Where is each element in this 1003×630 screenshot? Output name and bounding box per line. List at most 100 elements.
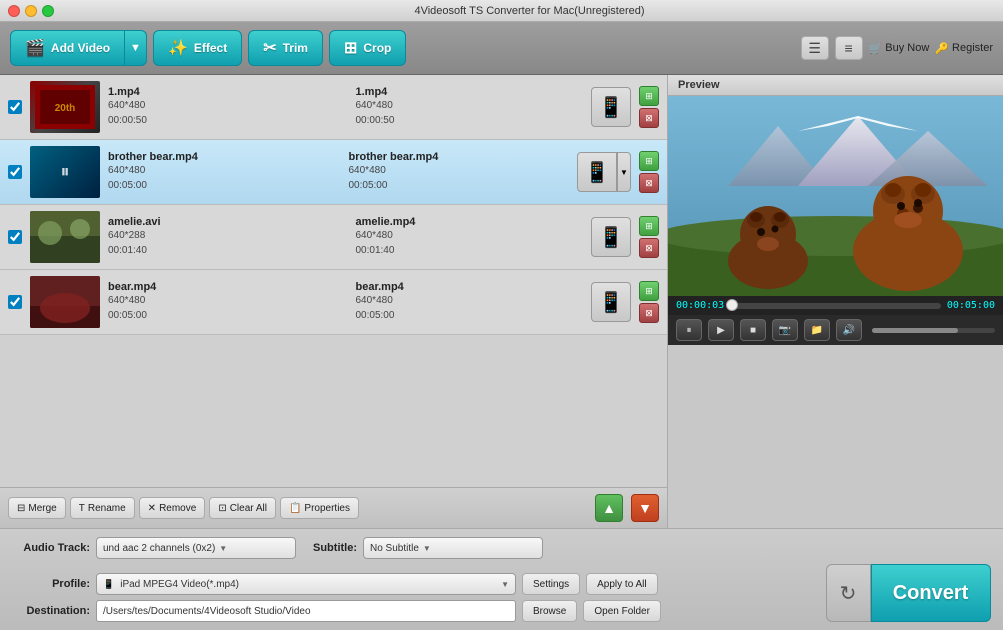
- minimize-button[interactable]: [25, 5, 37, 17]
- merge-button[interactable]: ⊟ Merge: [8, 497, 66, 519]
- preview-header: Preview: [668, 75, 1003, 96]
- trim-button[interactable]: ✂ Trim: [248, 30, 323, 66]
- effect-button[interactable]: ✨ Effect: [153, 30, 242, 66]
- file-actions-2: ⊞ ⊠: [639, 216, 659, 258]
- file-item-2[interactable]: amelie.avi 640*28800:01:40 amelie.mp4 64…: [0, 205, 667, 270]
- remove-button[interactable]: ✕ Remove: [139, 497, 206, 519]
- file-thumb-2: [30, 211, 100, 263]
- folder-button[interactable]: 📁: [804, 319, 830, 341]
- device-icon-2[interactable]: 📱: [591, 217, 631, 257]
- buy-now-button[interactable]: 🛒 Buy Now: [869, 42, 930, 55]
- close-button[interactable]: [8, 5, 20, 17]
- properties-button[interactable]: 📋 Properties: [280, 497, 359, 519]
- action-bar: ⊟ Merge T Rename ✕ Remove ⊡ Clear All 📋: [0, 487, 667, 528]
- file-checkbox-0[interactable]: [8, 100, 22, 114]
- trim-icon: ✂: [263, 38, 276, 58]
- file-actions-1: ⊞ ⊠: [639, 151, 659, 193]
- move-up-button[interactable]: ▲: [595, 494, 623, 522]
- merge-icon: ⊟: [17, 503, 25, 514]
- profile-row: Profile: 📱 iPad MPEG4 Video(*.mp4) ▼ Set…: [10, 573, 823, 595]
- rename-button[interactable]: T Rename: [70, 497, 135, 519]
- add-video-dropdown[interactable]: ▼: [125, 30, 147, 66]
- file-checkbox-1[interactable]: [8, 165, 22, 179]
- device-icon-3[interactable]: 📱: [591, 282, 631, 322]
- file-checkbox-3[interactable]: [8, 295, 22, 309]
- file-action-up-2[interactable]: ⊞: [639, 216, 659, 236]
- pause-button[interactable]: ⏸: [676, 319, 702, 341]
- properties-icon: 📋: [289, 503, 301, 514]
- crop-button[interactable]: ⊞ Crop: [329, 30, 406, 66]
- preview-progress-bar[interactable]: [730, 303, 941, 309]
- refresh-button[interactable]: ↻: [826, 564, 871, 622]
- file-item-1[interactable]: ⏸ brother bear.mp4 640*48000:05:00 broth…: [0, 140, 667, 205]
- file-checkbox-2[interactable]: [8, 230, 22, 244]
- playing-icon: ⏸: [61, 162, 70, 183]
- window-title: 4Videosoft TS Converter for Mac(Unregist…: [64, 5, 995, 17]
- maximize-button[interactable]: [42, 5, 54, 17]
- destination-input[interactable]: [96, 600, 516, 622]
- open-folder-button[interactable]: Open Folder: [583, 600, 661, 622]
- destination-row: Destination: Browse Open Folder: [10, 600, 823, 622]
- file-out-name-0: 1.mp4: [356, 86, 584, 98]
- device-group-1: 📱 ▼: [577, 152, 631, 192]
- add-video-button[interactable]: 🎬 Add Video: [10, 30, 125, 66]
- file-item-0[interactable]: 20th 1.mp4 640*48000:00:50 1.mp4 640*480…: [0, 75, 667, 140]
- snapshot-button[interactable]: 📷: [772, 319, 798, 341]
- settings-button[interactable]: Settings: [522, 573, 580, 595]
- file-action-down-1[interactable]: ⊠: [639, 173, 659, 193]
- file-thumb-3: [30, 276, 100, 328]
- content-area: 20th 1.mp4 640*48000:00:50 1.mp4 640*480…: [0, 75, 1003, 528]
- subtitle-label: Subtitle:: [302, 542, 357, 554]
- file-action-up-1[interactable]: ⊞: [639, 151, 659, 171]
- register-icon: 🔑: [935, 42, 949, 55]
- file-out-info-2: amelie.mp4 640*48000:01:40: [356, 216, 584, 258]
- list-view-button[interactable]: ☰: [801, 36, 829, 60]
- register-button[interactable]: 🔑 Register: [935, 42, 993, 55]
- add-video-group: 🎬 Add Video ▼: [10, 30, 147, 66]
- device-icon-0[interactable]: 📱: [591, 87, 631, 127]
- file-info-group-0: 1.mp4 640*48000:00:50 1.mp4 640*48000:00…: [108, 86, 583, 128]
- device-dropdown-1[interactable]: ▼: [617, 152, 631, 192]
- volume-bar[interactable]: [872, 328, 995, 333]
- volume-button[interactable]: 🔊: [836, 319, 862, 341]
- file-src-info-0: 1.mp4 640*48000:00:50: [108, 86, 336, 128]
- file-out-info-1: brother bear.mp4 640*48000:05:00: [349, 151, 570, 193]
- preview-video: [668, 96, 1003, 296]
- toolbar: 🎬 Add Video ▼ ✨ Effect ✂ Trim ⊞ Crop ☰ ≡…: [0, 22, 1003, 75]
- file-meta-3: 640*48000:05:00: [108, 293, 336, 323]
- file-action-down-2[interactable]: ⊠: [639, 238, 659, 258]
- clear-all-button[interactable]: ⊡ Clear All: [209, 497, 276, 519]
- file-item-3[interactable]: bear.mp4 640*48000:05:00 bear.mp4 640*48…: [0, 270, 667, 335]
- move-down-button[interactable]: ▼: [631, 494, 659, 522]
- file-action-up-0[interactable]: ⊞: [639, 86, 659, 106]
- stop-button[interactable]: ■: [740, 319, 766, 341]
- profile-select[interactable]: 📱 iPad MPEG4 Video(*.mp4) ▼: [96, 573, 516, 595]
- file-name-3: bear.mp4: [108, 281, 336, 293]
- file-action-down-0[interactable]: ⊠: [639, 108, 659, 128]
- remove-icon: ✕: [148, 503, 156, 514]
- play-button[interactable]: ▶: [708, 319, 734, 341]
- file-action-down-3[interactable]: ⊠: [639, 303, 659, 323]
- bottom-left: Profile: 📱 iPad MPEG4 Video(*.mp4) ▼ Set…: [10, 573, 823, 622]
- subtitle-select[interactable]: No Subtitle ▼: [363, 537, 543, 559]
- audio-track-label: Audio Track:: [10, 542, 90, 554]
- file-out-meta-1: 640*48000:05:00: [349, 163, 570, 193]
- buy-icon: 🛒: [869, 42, 883, 55]
- file-action-up-3[interactable]: ⊞: [639, 281, 659, 301]
- profile-device-icon: 📱: [103, 579, 114, 590]
- playback-controls: ⏸ ▶ ■ 📷 📁 🔊: [668, 315, 1003, 345]
- apply-to-all-button[interactable]: Apply to All: [586, 573, 657, 595]
- device-icon-1[interactable]: 📱: [577, 152, 617, 192]
- file-name-0: 1.mp4: [108, 86, 336, 98]
- add-video-icon: 🎬: [25, 38, 45, 58]
- file-name-1: brother bear.mp4: [108, 151, 329, 163]
- browse-button[interactable]: Browse: [522, 600, 577, 622]
- preview-current-time: 00:00:03: [676, 300, 724, 311]
- detail-view-button[interactable]: ≡: [835, 36, 863, 60]
- file-info-group-1: brother bear.mp4 640*48000:05:00 brother…: [108, 151, 569, 193]
- audio-track-row: Audio Track: und aac 2 channels (0x2) ▼ …: [10, 537, 993, 559]
- convert-button[interactable]: Convert: [871, 564, 991, 622]
- file-out-meta-3: 640*48000:05:00: [356, 293, 584, 323]
- audio-track-select[interactable]: und aac 2 channels (0x2) ▼: [96, 537, 296, 559]
- volume-fill: [872, 328, 958, 333]
